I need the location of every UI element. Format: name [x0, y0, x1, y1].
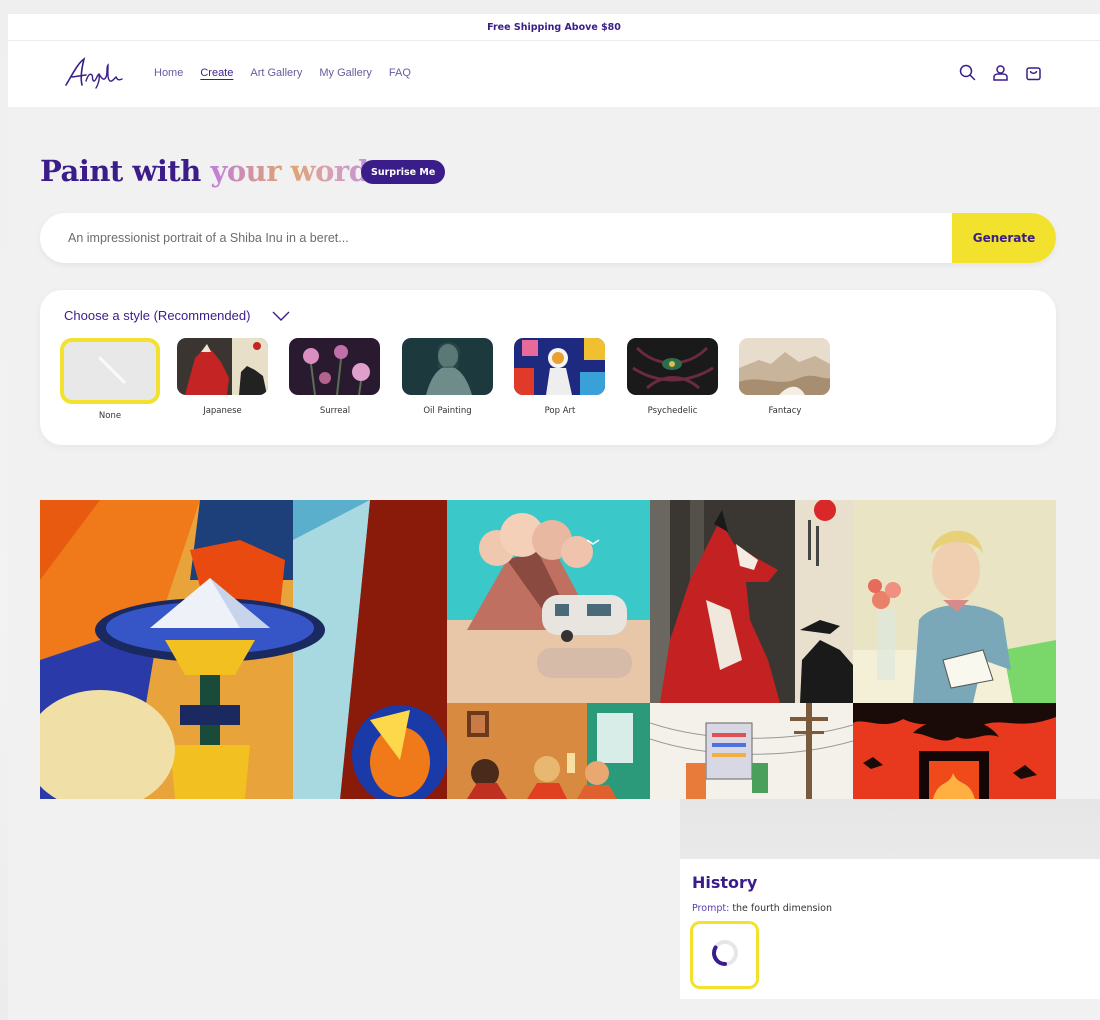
generate-button[interactable]: Generate: [952, 213, 1056, 263]
history-prompt-value: the fourth dimension: [732, 903, 832, 914]
style-dropdown[interactable]: Choose a style (Recommended): [64, 306, 290, 325]
header-icons: [959, 64, 1042, 81]
nav-create[interactable]: Create: [200, 67, 233, 79]
nav-art-gallery[interactable]: Art Gallery: [250, 67, 302, 79]
history-panel: History Prompt: the fourth dimension: [680, 799, 1100, 999]
hero-title: Paint with your words: [40, 154, 385, 188]
history-prompt-key: Prompt:: [692, 903, 730, 914]
logo[interactable]: [62, 55, 126, 91]
style-dropdown-label: Choose a style (Recommended): [64, 308, 251, 323]
hero-title-plain: Paint with: [40, 154, 211, 188]
history-title: History: [692, 873, 758, 892]
site-header: Home Create Art Gallery My Gallery FAQ: [8, 41, 1100, 107]
style-thumb-pop-art: [514, 338, 605, 395]
style-thumb-surreal: [289, 338, 380, 395]
cart-icon[interactable]: [1025, 64, 1042, 81]
spinner-icon: [710, 938, 740, 972]
style-thumb-oil-painting: [401, 338, 493, 395]
style-label: Pop Art: [544, 406, 576, 416]
history-item-loading[interactable]: [690, 921, 759, 989]
gallery-tile-robot-power-lines[interactable]: [650, 703, 853, 799]
account-icon[interactable]: [992, 64, 1009, 81]
style-thumb-none: [60, 338, 160, 404]
page: Free Shipping Above $80 Home Create Art …: [8, 14, 1100, 1020]
style-thumb-psychedelic: [626, 338, 718, 395]
style-label: Surreal: [319, 406, 351, 416]
style-option-fantacy[interactable]: Fantacy: [735, 338, 848, 421]
main-nav: Home Create Art Gallery My Gallery FAQ: [154, 67, 428, 79]
announcement-bar: Free Shipping Above $80: [8, 14, 1100, 41]
style-option-surreal[interactable]: Surreal: [285, 338, 398, 421]
gallery-tile-cubist-still-life[interactable]: [40, 500, 447, 799]
chevron-down-icon: [272, 306, 290, 325]
prompt-input[interactable]: [40, 213, 952, 263]
style-label: None: [98, 411, 122, 421]
style-options: None Japanese Surreal Oil Painting Pop A…: [60, 338, 848, 421]
style-option-pop-art[interactable]: Pop Art: [510, 338, 623, 421]
style-label: Fantacy: [768, 406, 802, 416]
nav-faq[interactable]: FAQ: [389, 67, 411, 79]
style-selector: Choose a style (Recommended) None Japane…: [40, 290, 1056, 445]
history-prompt: Prompt: the fourth dimension: [692, 903, 832, 914]
style-label: Japanese: [203, 406, 242, 416]
style-thumb-fantacy: [739, 338, 830, 395]
gallery-grid: [40, 500, 1056, 799]
prompt-bar: Generate: [40, 213, 1056, 263]
style-label: Psychedelic: [647, 406, 698, 416]
style-option-oil-painting[interactable]: Oil Painting: [398, 338, 511, 421]
gallery-tile-japanese-fox[interactable]: [650, 500, 853, 703]
hero-title-gradient: your words: [210, 154, 385, 188]
style-thumb-japanese: [176, 338, 268, 395]
surprise-me-button[interactable]: Surprise Me: [361, 160, 446, 184]
gallery-tile-portrait-woman[interactable]: [853, 500, 1056, 703]
gallery-tile-red-tree-fire[interactable]: [853, 703, 1056, 799]
gallery-tile-living-room-women[interactable]: [447, 703, 650, 799]
gallery-tile-desert-trailer[interactable]: [447, 500, 650, 703]
nav-home[interactable]: Home: [154, 67, 183, 79]
style-label: Oil Painting: [423, 406, 472, 416]
nav-my-gallery[interactable]: My Gallery: [319, 67, 372, 79]
style-option-none[interactable]: None: [60, 338, 173, 421]
announcement-text: Free Shipping Above $80: [487, 21, 621, 33]
style-option-japanese[interactable]: Japanese: [173, 338, 286, 421]
search-icon[interactable]: [959, 64, 976, 81]
style-option-psychedelic[interactable]: Psychedelic: [623, 338, 736, 421]
